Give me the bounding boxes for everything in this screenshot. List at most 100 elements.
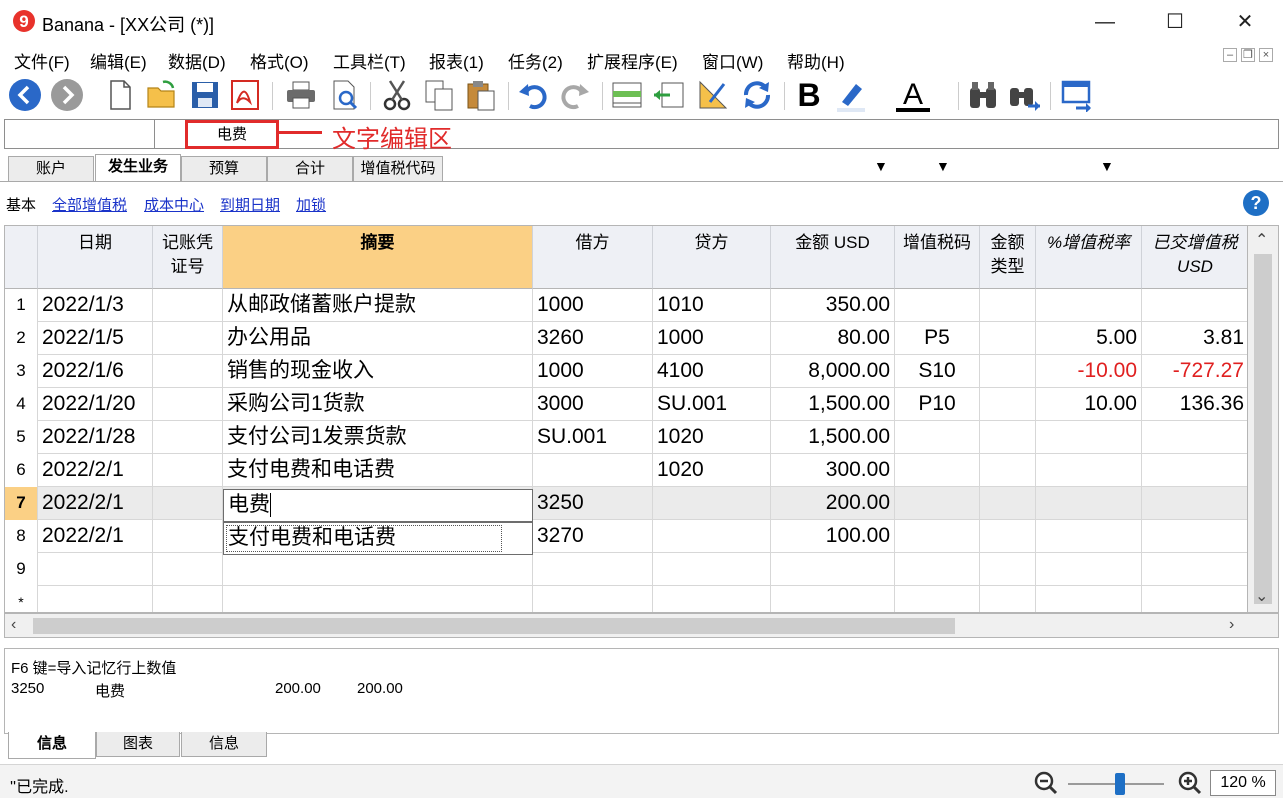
cell-date[interactable]: 2022/2/1 <box>38 520 153 553</box>
cell-debit[interactable] <box>533 586 653 612</box>
cell-voucher[interactable] <box>153 355 223 388</box>
table-row[interactable]: 8 2022/2/1 3270 100.00 <box>5 520 1247 553</box>
find-icon[interactable] <box>966 78 1000 112</box>
description-cell-editor[interactable]: 电费 <box>223 489 533 522</box>
cell-description[interactable] <box>223 553 533 586</box>
cell-debit[interactable]: 3000 <box>533 388 653 421</box>
cell-amount[interactable]: 100.00 <box>771 520 895 553</box>
cell-vat-paid[interactable]: -727.27 <box>1142 355 1247 388</box>
cell-voucher[interactable] <box>153 454 223 487</box>
cell-date[interactable]: 2022/1/3 <box>38 289 153 322</box>
zoom-in-icon[interactable] <box>1178 771 1202 795</box>
tab-info[interactable]: 信息 <box>8 732 96 759</box>
view-due-date[interactable]: 到期日期 <box>220 194 280 215</box>
tab-totals[interactable]: 合计 <box>267 156 353 182</box>
pdf-icon[interactable] <box>228 78 262 112</box>
column-header-credit[interactable]: 贷方 <box>653 226 771 289</box>
copy-icon[interactable] <box>422 78 456 112</box>
cell-vat-rate[interactable] <box>1036 454 1142 487</box>
scroll-up-icon[interactable]: ⌃ <box>1255 230 1268 250</box>
window-icon[interactable] <box>1060 78 1094 112</box>
cell-description[interactable]: 销售的现金收入 <box>223 355 533 388</box>
save-icon[interactable] <box>188 78 222 112</box>
mdi-restore-button[interactable]: ❐ <box>1241 48 1255 62</box>
cell-voucher[interactable] <box>153 586 223 612</box>
cell-vat-paid[interactable]: 136.36 <box>1142 388 1247 421</box>
cell-vat-paid[interactable]: 3.81 <box>1142 322 1247 355</box>
column-header-voucher[interactable]: 记账凭 证号 <box>153 226 223 289</box>
cell-voucher[interactable] <box>153 421 223 454</box>
vertical-scrollbar[interactable]: ⌃ ⌄ <box>1248 225 1279 613</box>
view-lock[interactable]: 加锁 <box>296 194 326 215</box>
cell-date[interactable] <box>38 586 153 612</box>
cell-debit[interactable] <box>533 553 653 586</box>
table-row[interactable]: 5 2022/1/28 支付公司1发票货款 SU.001 1020 1,500.00 <box>5 421 1247 454</box>
cell-vat-rate[interactable] <box>1036 487 1142 520</box>
cell-vat-code[interactable] <box>895 553 980 586</box>
cell-vat-code[interactable]: S10 <box>895 355 980 388</box>
table-row[interactable]: 9 <box>5 553 1247 586</box>
redo-icon[interactable] <box>558 78 592 112</box>
cell-vat-code[interactable] <box>895 586 980 612</box>
cell-date[interactable]: 2022/1/20 <box>38 388 153 421</box>
bold-icon[interactable]: B <box>792 78 826 112</box>
cell-voucher[interactable] <box>153 553 223 586</box>
table-row[interactable]: 6 2022/2/1 支付电费和电话费 1020 300.00 <box>5 454 1247 487</box>
cell-date[interactable]: 2022/1/28 <box>38 421 153 454</box>
cell-credit[interactable]: 1020 <box>653 421 771 454</box>
menu-toolbar[interactable]: 工具栏(T) <box>333 48 406 73</box>
cell-vat-code[interactable] <box>895 487 980 520</box>
cell-amount-type[interactable] <box>980 487 1036 520</box>
menu-window[interactable]: 窗口(W) <box>702 48 763 73</box>
horizontal-scroll-thumb[interactable] <box>33 618 955 634</box>
maximize-button[interactable]: ☐ <box>1160 8 1190 36</box>
vertical-scroll-thumb[interactable] <box>1254 254 1272 604</box>
cell-vat-rate[interactable]: -10.00 <box>1036 355 1142 388</box>
cell-amount-type[interactable] <box>980 355 1036 388</box>
cell-amount-type[interactable] <box>980 586 1036 612</box>
cell-vat-paid[interactable] <box>1142 421 1247 454</box>
tab-charts[interactable]: 图表 <box>96 732 180 757</box>
paste-icon[interactable] <box>464 78 498 112</box>
cell-voucher[interactable] <box>153 322 223 355</box>
recalculate-icon[interactable] <box>740 78 774 112</box>
cell-debit[interactable]: 3260 <box>533 322 653 355</box>
cell-debit[interactable]: 1000 <box>533 355 653 388</box>
insert-row-icon[interactable] <box>610 78 644 112</box>
scroll-right-icon[interactable]: › <box>1229 616 1234 634</box>
cell-vat-code[interactable]: P5 <box>895 322 980 355</box>
menu-help[interactable]: 帮助(H) <box>787 48 845 73</box>
cell-vat-rate[interactable] <box>1036 586 1142 612</box>
column-header-amount-type[interactable]: 金额 类型 <box>980 226 1036 289</box>
cell-amount[interactable]: 350.00 <box>771 289 895 322</box>
cell-address-field[interactable] <box>5 120 155 148</box>
cell-credit[interactable]: 1000 <box>653 322 771 355</box>
column-header-debit[interactable]: 借方 <box>533 226 653 289</box>
cell-voucher[interactable] <box>153 520 223 553</box>
cell-voucher[interactable] <box>153 487 223 520</box>
cell-credit[interactable] <box>653 487 771 520</box>
cell-vat-paid[interactable] <box>1142 520 1247 553</box>
cell-amount-type[interactable] <box>980 553 1036 586</box>
table-row[interactable]: 2 2022/1/5 办公用品 3260 1000 80.00 P5 5.00 3.81 <box>5 322 1247 355</box>
view-cost-center[interactable]: 成本中心 <box>144 194 204 215</box>
forward-icon[interactable] <box>50 78 84 112</box>
cell-amount[interactable]: 200.00 <box>771 487 895 520</box>
minimize-button[interactable]: — <box>1090 8 1120 36</box>
cell-vat-code[interactable] <box>895 454 980 487</box>
cell-vat-paid[interactable] <box>1142 487 1247 520</box>
scroll-left-icon[interactable]: ‹ <box>11 616 16 634</box>
menu-edit[interactable]: 编辑(E) <box>90 48 147 73</box>
cell-credit[interactable]: 4100 <box>653 355 771 388</box>
cell-vat-code[interactable]: P10 <box>895 388 980 421</box>
cell-vat-rate[interactable] <box>1036 520 1142 553</box>
cell-amount-type[interactable] <box>980 388 1036 421</box>
cell-vat-rate[interactable] <box>1036 289 1142 322</box>
cell-debit[interactable] <box>533 454 653 487</box>
cell-date[interactable]: 2022/1/6 <box>38 355 153 388</box>
cell-vat-paid[interactable] <box>1142 586 1247 612</box>
cell-date[interactable]: 2022/2/1 <box>38 454 153 487</box>
mdi-close-button[interactable]: × <box>1259 48 1273 62</box>
cell-credit[interactable]: SU.001 <box>653 388 771 421</box>
cell-amount[interactable] <box>771 586 895 612</box>
